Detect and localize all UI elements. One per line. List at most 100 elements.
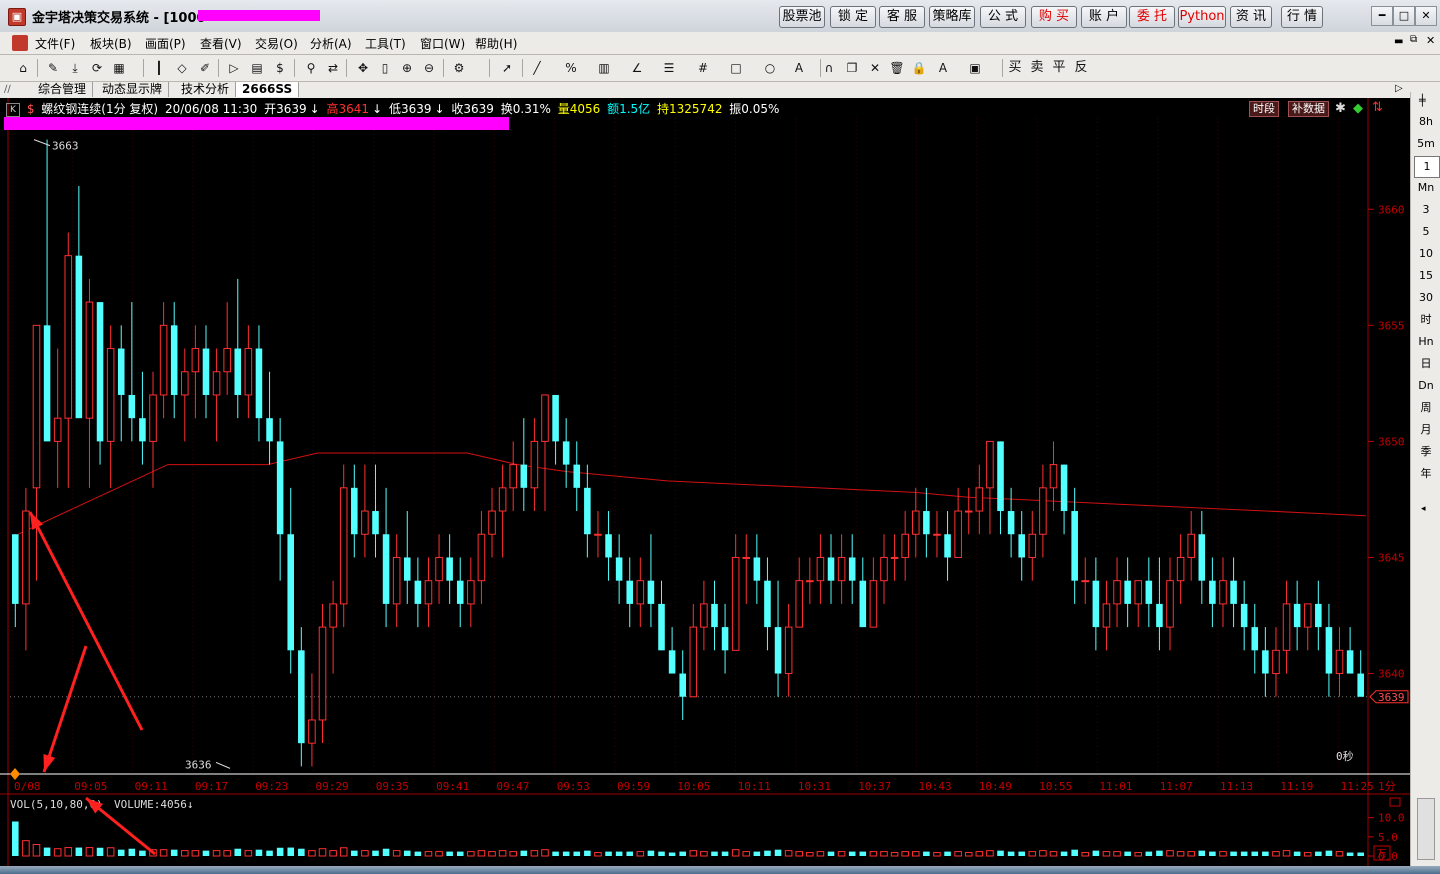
color-icon[interactable]: A [934,59,952,77]
tab-scroll-icon[interactable]: ∕∕ [4,84,28,96]
title-button-10[interactable]: 行 情 [1281,6,1323,28]
hash-icon[interactable]: # [694,59,712,77]
channel-icon[interactable]: ▥ [595,59,613,77]
draw-icon[interactable]: ✎ [44,59,62,77]
session-button[interactable]: 时段 [1249,101,1279,117]
tab-0[interactable]: 综合管理 [32,82,94,97]
period-4[interactable]: 3 [1414,200,1438,220]
doc-icon[interactable]: ▤ [248,59,266,77]
period-6[interactable]: 10 [1414,244,1438,264]
title-button-9[interactable]: 资 讯 [1230,6,1272,28]
circle-icon[interactable]: ○ [761,59,779,77]
menu-item-2[interactable]: 画面(P) [145,35,186,52]
copy-icon[interactable]: ❐ [843,59,861,77]
gear-icon[interactable]: ⚙ [450,59,468,77]
volume-bar [742,851,751,857]
period-13[interactable]: 周 [1414,398,1438,418]
filter-icon[interactable]: ⚲ [302,59,320,77]
period-7[interactable]: 15 [1414,266,1438,286]
trade-button-3[interactable]: 反 [1072,59,1090,77]
close-button[interactable]: ✕ [1415,6,1437,26]
period-8[interactable]: 30 [1414,288,1438,308]
title-button-5[interactable]: 购 买 [1031,6,1077,28]
period-12[interactable]: Dn [1414,376,1438,396]
menu-item-4[interactable]: 交易(O) [255,35,298,52]
magnet-icon[interactable]: ∩ [820,59,838,77]
line-icon[interactable]: ╱ [528,59,546,77]
trade-button-0[interactable]: 买 [1006,59,1024,77]
menu-item-0[interactable]: 文件(F) [35,35,75,52]
period-14[interactable]: 月 [1414,420,1438,440]
settings-icon[interactable]: ✱ [1335,101,1346,116]
menu-item-8[interactable]: 帮助(H) [475,35,517,52]
tab-scroll-right-icon[interactable]: ▷ [1395,83,1403,94]
title-button-1[interactable]: 锁 定 [830,6,876,28]
period-10[interactable]: Hn [1414,332,1438,352]
dollar-icon[interactable]: $ [271,59,289,77]
period-0[interactable]: 8h [1414,112,1438,132]
zoom-in-icon[interactable]: ⊕ [398,59,416,77]
fill-data-button[interactable]: 补数据 [1288,101,1329,117]
title-button-8[interactable]: Python [1178,6,1226,28]
period-15[interactable]: 季 [1414,442,1438,462]
menu-item-3[interactable]: 查看(V) [200,35,242,52]
menu-item-6[interactable]: 工具(T) [365,35,406,52]
trade-button-1[interactable]: 卖 [1028,59,1046,77]
refresh-icon[interactable]: ⟳ [88,59,106,77]
pointer-icon[interactable]: ➚ [498,59,516,77]
red-switch-icon[interactable]: ⇅ [1372,100,1383,115]
tab-1[interactable]: 动态显示牌 [96,82,170,97]
green-diamond-icon[interactable]: ◆ [1353,101,1363,116]
kline-chart[interactable]: 3660 3655 3650 3645 3640 3639 0/08 09:05 09:11 09… [0,98,1410,868]
percent-icon[interactable]: % [562,59,580,77]
period-16[interactable]: 年 [1414,464,1438,484]
title-button-0[interactable]: 股票池 [779,6,825,28]
edit-icon[interactable]: ✐ [196,59,214,77]
period-1[interactable]: 5m [1414,134,1438,154]
text-icon[interactable]: A [790,59,808,77]
title-button-7[interactable]: 委 托 [1129,6,1175,28]
tab-2[interactable]: 技术分析 [175,82,237,97]
volume-bar [901,851,909,857]
grid-icon[interactable]: ▦ [110,59,128,77]
bars-icon[interactable]: ☰ [660,59,678,77]
save-icon[interactable]: ▣ [966,59,984,77]
title-button-2[interactable]: 客 服 [879,6,925,28]
menu-item-7[interactable]: 窗口(W) [420,35,465,52]
play-icon[interactable]: ▷ [225,59,243,77]
candle-icon[interactable]: ┃ [150,59,168,77]
sidebar-scrollbar[interactable] [1417,798,1435,860]
home-icon[interactable]: ⌂ [14,59,32,77]
period-9[interactable]: 时 [1414,310,1438,330]
period-5[interactable]: 5 [1414,222,1438,242]
angle-icon[interactable]: ∠ [628,59,646,77]
mdi-minimize-icon[interactable]: ▬ [1394,36,1403,47]
move-icon[interactable]: ✥ [354,59,372,77]
diamond-icon[interactable]: ◇ [173,59,191,77]
k-icon[interactable]: K [6,102,20,117]
period-3[interactable]: Mn [1414,178,1438,198]
tab-3[interactable]: 2666SS [236,82,300,97]
mdi-restore-icon[interactable]: ⧉ [1410,34,1417,45]
rect-icon[interactable]: □ [727,59,745,77]
download-icon[interactable]: ⤓ [66,59,84,77]
menu-item-5[interactable]: 分析(A) [310,35,352,52]
sidebar-collapse-icon[interactable]: ◂ [1421,504,1426,514]
lock-icon[interactable]: 🔒 [910,59,928,77]
maximize-button[interactable]: □ [1393,6,1415,26]
trash-icon[interactable]: 🗑 [888,59,906,77]
sidebar-top-icon[interactable]: ╪ [1419,94,1426,107]
period-11[interactable]: 日 [1414,354,1438,374]
trade-button-2[interactable]: 平 [1050,59,1068,77]
menu-item-1[interactable]: 板块(B) [90,35,132,52]
title-button-4[interactable]: 公 式 [980,6,1026,28]
title-button-6[interactable]: 账 户 [1081,6,1127,28]
zoom-out-icon[interactable]: ⊖ [420,59,438,77]
minimize-button[interactable]: ━ [1371,6,1393,26]
mdi-close-icon[interactable]: ✕ [1426,34,1435,47]
period-2[interactable]: 1 [1414,156,1440,178]
title-button-3[interactable]: 策略库 [929,6,975,28]
close-icon[interactable]: ✕ [866,59,884,77]
sync-icon[interactable]: ⇄ [324,59,342,77]
ruler-icon[interactable]: ▯ [376,59,394,77]
